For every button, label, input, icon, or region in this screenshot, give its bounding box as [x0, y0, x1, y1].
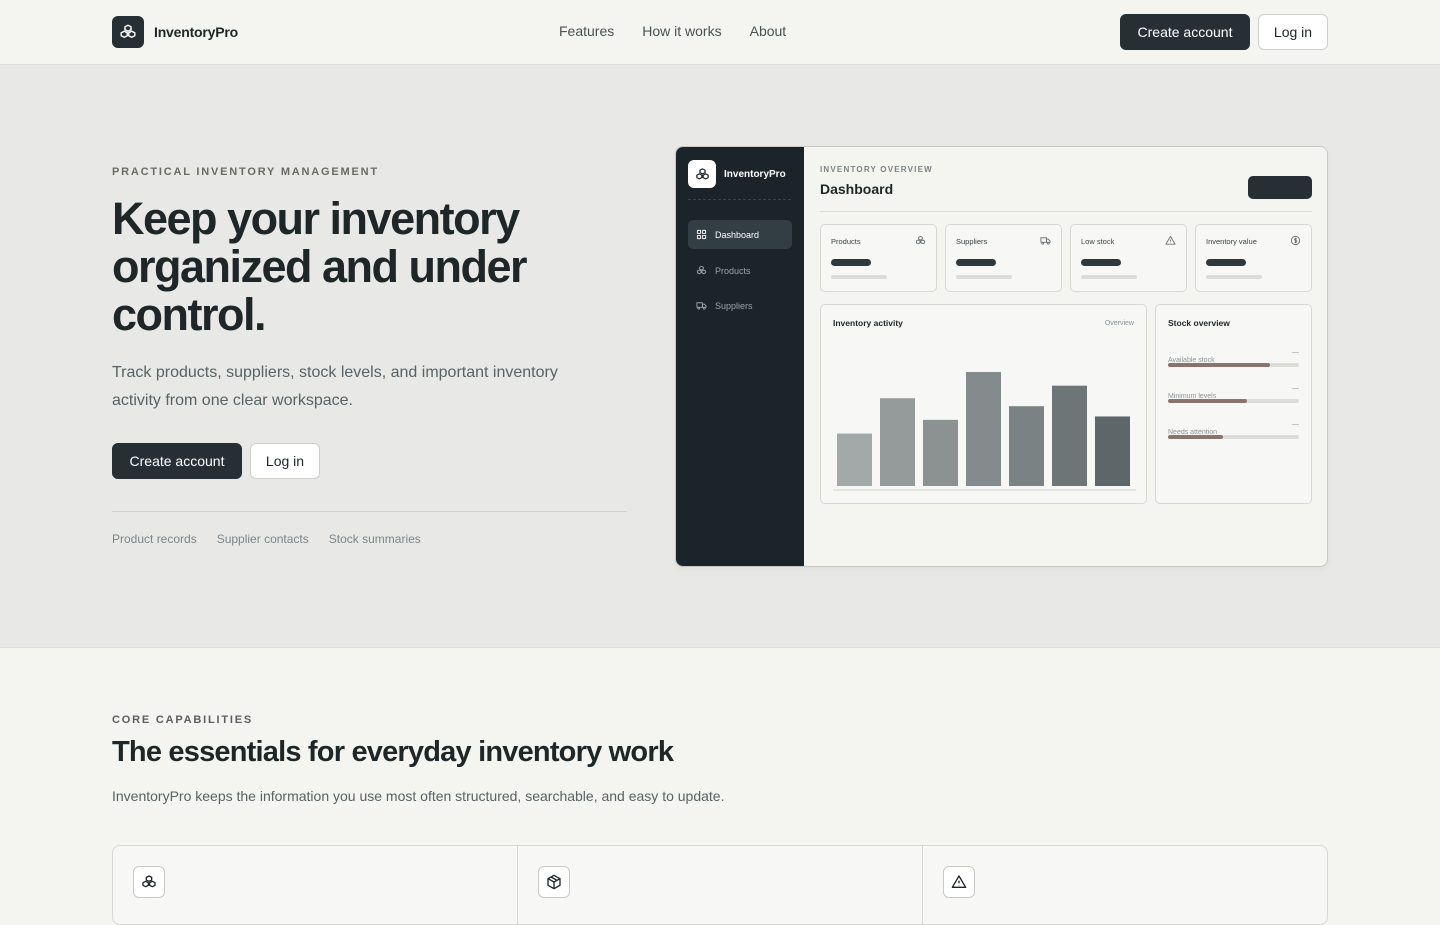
- stock-row-available: Available stock —: [1168, 349, 1299, 367]
- tag-stock-summaries: Stock summaries: [328, 532, 421, 546]
- grid-icon: [696, 229, 707, 240]
- stock-row-minimum: Minimum levels —: [1168, 385, 1299, 403]
- activity-bar: [923, 419, 958, 486]
- tag-product-records: Product records: [112, 532, 197, 546]
- preview-nav-suppliers[interactable]: Suppliers: [688, 291, 792, 320]
- stock-row-track: [1168, 363, 1299, 367]
- stat-label: Suppliers: [956, 237, 988, 246]
- boxes-icon: [688, 160, 716, 188]
- divider: [112, 511, 627, 512]
- preview-nav-dashboard[interactable]: Dashboard: [688, 220, 792, 249]
- stat-value-placeholder: [1081, 259, 1121, 266]
- dollar-icon: [1290, 235, 1301, 246]
- nav-features[interactable]: Features: [559, 23, 614, 39]
- boxes-icon: [696, 265, 707, 275]
- stock-row-value: —: [1292, 421, 1299, 428]
- stock-overview-panel: Stock overview Available stock — Minimum…: [1155, 304, 1312, 504]
- truck-icon: [696, 302, 707, 310]
- preview-action-button[interactable]: [1248, 176, 1312, 199]
- hero-eyebrow: PRACTICAL INVENTORY MANAGEMENT: [112, 166, 379, 178]
- stock-row-fill: [1168, 435, 1224, 439]
- preview-eyebrow: INVENTORY OVERVIEW: [820, 165, 933, 174]
- create-account-button[interactable]: Create account: [1120, 14, 1250, 50]
- boxes-icon: [112, 16, 144, 48]
- stat-caption-placeholder: [1206, 275, 1262, 279]
- login-button[interactable]: Log in: [1258, 14, 1328, 50]
- stat-value-placeholder: [831, 259, 871, 266]
- divider: [688, 199, 791, 200]
- stat-label: Low stock: [1081, 237, 1115, 246]
- stat-card-suppliers: Suppliers: [945, 224, 1062, 292]
- hero-create-account-button[interactable]: Create account: [112, 443, 242, 479]
- package-icon: [538, 866, 570, 898]
- capability-card: [923, 846, 1327, 924]
- activity-bar: [880, 398, 915, 486]
- stat-caption-placeholder: [1081, 275, 1137, 279]
- stat-label: Products: [831, 237, 861, 246]
- stat-caption-placeholder: [831, 275, 887, 279]
- preview-sidebar: InventoryPro Dashboard Products Supplier…: [676, 147, 804, 566]
- main-nav: Features How it works About: [559, 23, 786, 39]
- stock-row-track: [1168, 435, 1299, 439]
- stock-row-track: [1168, 399, 1299, 403]
- stat-card-inventory-value: Inventory value: [1195, 224, 1312, 292]
- capability-card: [113, 846, 518, 924]
- inventory-activity-panel: Inventory activity Overview: [820, 304, 1147, 504]
- stock-row-value: —: [1292, 349, 1299, 356]
- stat-caption-placeholder: [956, 275, 1012, 279]
- preview-nav-label: Suppliers: [715, 300, 753, 311]
- capabilities-grid: [112, 845, 1328, 925]
- stat-value-placeholder: [956, 259, 996, 266]
- nav-how-it-works[interactable]: How it works: [642, 23, 721, 39]
- preview-brand-name: InventoryPro: [724, 168, 786, 180]
- boxes-icon: [915, 235, 926, 245]
- stock-row-fill: [1168, 363, 1271, 367]
- panel-title: Stock overview: [1168, 318, 1230, 328]
- warning-icon: [943, 866, 975, 898]
- hero-description: Track products, suppliers, stock levels,…: [112, 364, 558, 409]
- preview-nav-label: Products: [715, 265, 751, 276]
- tag-supplier-contacts: Supplier contacts: [216, 532, 309, 546]
- capabilities-description: InventoryPro keeps the information you u…: [112, 788, 725, 804]
- warning-icon: [1165, 235, 1176, 245]
- stock-row-attention: Needs attention —: [1168, 421, 1299, 439]
- capability-card: [518, 846, 923, 924]
- stat-value-placeholder: [1206, 259, 1246, 266]
- hero-title: Keep your inventory organized and under …: [112, 193, 528, 340]
- preview-title: Dashboard: [820, 181, 894, 197]
- divider: [820, 211, 1312, 212]
- brand-name: InventoryPro: [154, 24, 238, 40]
- activity-bar: [1095, 416, 1130, 486]
- activity-bar: [1009, 406, 1044, 486]
- hero-tags: Product records Supplier contacts Stock …: [112, 532, 421, 546]
- preview-nav-products[interactable]: Products: [688, 256, 792, 285]
- stat-card-low-stock: Low stock: [1070, 224, 1187, 292]
- site-header: InventoryPro Features How it works About…: [0, 0, 1440, 65]
- preview-main: INVENTORY OVERVIEW Dashboard Products Su…: [804, 147, 1327, 566]
- hero-login-button[interactable]: Log in: [250, 443, 320, 479]
- activity-bar-chart: [833, 372, 1136, 491]
- stat-card-products: Products: [820, 224, 937, 292]
- activity-bar: [966, 372, 1001, 486]
- brand[interactable]: InventoryPro: [112, 16, 238, 48]
- activity-bar: [1052, 385, 1087, 486]
- stock-row-fill: [1168, 399, 1247, 403]
- truck-icon: [1040, 237, 1051, 245]
- stock-row-value: —: [1292, 385, 1299, 392]
- nav-about[interactable]: About: [750, 23, 787, 39]
- stat-label: Inventory value: [1206, 237, 1257, 246]
- capabilities-eyebrow: CORE CAPABILITIES: [112, 714, 254, 726]
- preview-nav-label: Dashboard: [715, 229, 760, 240]
- capabilities-title: The essentials for everyday inventory wo…: [112, 736, 674, 768]
- activity-bar: [837, 433, 872, 486]
- preview-brand: InventoryPro: [688, 160, 786, 188]
- hero-section: PRACTICAL INVENTORY MANAGEMENT Keep your…: [0, 65, 1440, 648]
- dashboard-preview: InventoryPro Dashboard Products Supplier…: [675, 146, 1328, 567]
- boxes-icon: [133, 866, 165, 898]
